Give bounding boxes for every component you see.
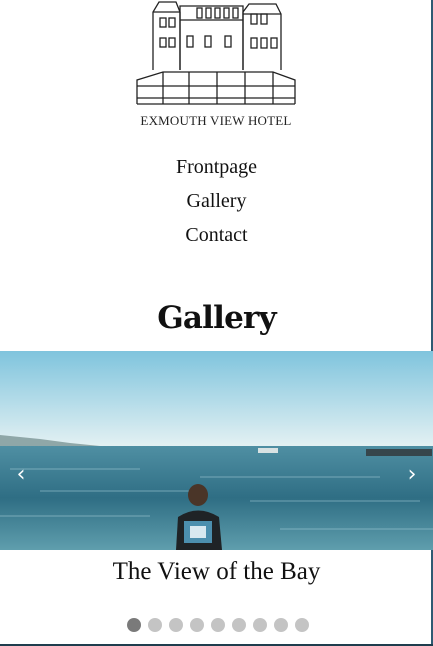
slide-dot-3[interactable] [169,618,183,632]
slide-dot-6[interactable] [232,618,246,632]
slide-dot-1[interactable] [127,618,141,632]
nav-item-gallery[interactable]: Gallery [0,184,433,218]
hotel-logo[interactable]: EXMOUTH VIEW HOTEL [133,0,299,132]
nav-item-frontpage[interactable]: Frontpage [0,150,433,184]
slide-dot-7[interactable] [253,618,267,632]
hotel-name: EXMOUTH VIEW HOTEL [140,113,292,128]
nav-item-contact[interactable]: Contact [0,218,433,252]
slide-caption: The View of the Bay [112,558,321,585]
slide-dot-9[interactable] [295,618,309,632]
slide-dot-2[interactable] [148,618,162,632]
page-title: Gallery [157,300,276,336]
hotel-building-illustration [136,1,296,105]
chevron-right-icon[interactable]: › [400,462,424,487]
gallery-slide-image[interactable] [0,351,433,550]
slide-dot-4[interactable] [190,618,204,632]
main-nav: Frontpage Gallery Contact [0,150,433,252]
slide-dot-5[interactable] [211,618,225,632]
slide-dot-8[interactable] [274,618,288,632]
slide-indicators [127,618,309,632]
chevron-left-icon[interactable]: ‹ [9,462,33,487]
